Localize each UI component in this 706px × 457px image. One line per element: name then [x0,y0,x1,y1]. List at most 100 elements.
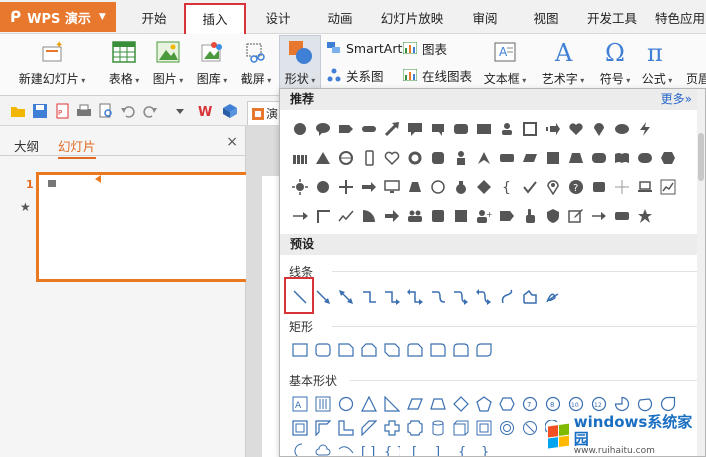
square-shape-icon[interactable] [541,146,564,169]
round-diagonal-rect-shape-icon[interactable] [472,338,495,361]
plaque-shape-icon[interactable] [403,416,426,439]
dodecagon-shape-icon[interactable]: 12 [587,392,610,415]
money-bag-shape-icon[interactable] [449,175,472,198]
curve-shape-icon[interactable] [495,285,518,308]
l-shape-icon[interactable] [334,416,357,439]
frame-shape-icon[interactable] [518,117,541,140]
star-shape-icon[interactable] [633,204,656,227]
sun-shape-icon[interactable] [288,175,311,198]
picture-button[interactable]: 图片 [148,36,188,92]
pie-shape-icon[interactable] [610,392,633,415]
no-symbol-shape-icon[interactable] [518,416,541,439]
tab-view[interactable]: 视图 [521,6,571,32]
tab-slides[interactable]: 幻灯片 [58,136,96,159]
cloud-rect-shape-icon[interactable] [633,146,656,169]
new-slide-button[interactable]: ✦ 新建幻灯片 [14,36,90,92]
pentagon-outline-shape-icon[interactable] [472,392,495,415]
rounded-tab-shape-icon[interactable] [587,146,610,169]
wps-app-menu-button[interactable]: ᑭ WPS 演示 ▼ [0,2,116,32]
oval-outline-shape-icon[interactable] [334,392,357,415]
parallelogram-shape-icon[interactable] [518,146,541,169]
tab-review[interactable]: 审阅 [460,6,510,32]
elbow-arrow-connector-shape-icon[interactable] [380,285,403,308]
symbol-button[interactable]: Ω 符号 [597,36,633,92]
smartart-button[interactable]: SmartArt [326,38,402,58]
striped-arrow-shape-icon[interactable] [541,117,564,140]
circle-outline-shape-icon[interactable] [426,175,449,198]
double-brace-shape-icon[interactable]: { } [380,439,403,457]
print-preview-icon[interactable] [98,103,114,119]
heart-outline-shape-icon[interactable] [380,146,403,169]
tab-home[interactable]: 开始 [130,6,178,32]
octagon-shape-icon[interactable]: 8 [541,392,564,415]
can-shape-icon[interactable] [426,416,449,439]
snip-same-side-rect-shape-icon[interactable] [357,338,380,361]
map-pin-shape-icon[interactable] [587,117,610,140]
freeform-shape-icon[interactable] [518,285,541,308]
donut-shape-icon[interactable] [495,416,518,439]
left-bracket-shape-icon[interactable]: [ [403,439,426,457]
pie-quarter-shape-icon[interactable] [357,204,380,227]
snip-round-rect-shape-icon[interactable] [403,338,426,361]
pentagon-arrow-shape-icon[interactable] [334,117,357,140]
hexagon-shape-icon[interactable] [656,146,679,169]
redo-icon[interactable] [142,103,158,119]
laptop-shape-icon[interactable] [633,175,656,198]
cross-outline-shape-icon[interactable] [380,416,403,439]
chart-button[interactable]: 图表 [402,38,447,58]
print-icon[interactable] [76,103,92,119]
right-triangle-shape-icon[interactable] [380,392,403,415]
shapes-button[interactable]: 形状 [279,35,321,93]
double-bracket-shape-icon[interactable]: [ ] [357,439,380,457]
monitor-shape-icon[interactable] [380,175,403,198]
screenshot-button[interactable]: 截屏 [236,36,276,92]
people-row-shape-icon[interactable] [288,146,311,169]
hexagon-outline-shape-icon[interactable] [495,392,518,415]
tab-features[interactable]: 特色应用 [652,6,706,32]
rounded-rect-outline-shape-icon[interactable] [311,338,334,361]
curved-double-arrow-shape-icon[interactable] [472,285,495,308]
relation-chart-button[interactable]: 关系图 [326,65,384,85]
bevel-shape-icon[interactable] [472,416,495,439]
text-box-shape-icon[interactable]: A [288,392,311,415]
rounded-square-shape-icon[interactable] [426,146,449,169]
rounded-square-2-shape-icon[interactable] [426,204,449,227]
right-bracket-shape-icon[interactable]: ] [426,439,449,457]
arrow-right-line-shape-icon[interactable] [587,204,610,227]
line-arrow-shape-icon[interactable] [288,204,311,227]
globe-shape-icon[interactable] [334,146,357,169]
rect-outline-shape-icon[interactable] [288,338,311,361]
double-arrow-line-shape-icon[interactable] [334,285,357,308]
rectangle-shape-icon[interactable] [472,117,495,140]
dropdown-scrollbar-thumb[interactable] [698,133,704,181]
vertical-text-box-shape-icon[interactable] [311,392,334,415]
tab-outline[interactable]: 大纲 [14,136,39,155]
cube-icon[interactable] [222,103,238,119]
heptagon-shape-icon[interactable]: 7 [518,392,541,415]
brace-shape-icon[interactable]: { [495,175,518,198]
wordart-button[interactable]: A 艺术字 [537,36,589,92]
more-shapes-link[interactable]: 更多» [661,89,692,110]
document-tab[interactable]: 演 [247,101,283,125]
left-brace-shape-icon[interactable]: { [449,439,472,457]
location-pin-shape-icon[interactable] [541,175,564,198]
cube-outline-shape-icon[interactable] [449,416,472,439]
slide-thumbnail[interactable] [36,172,257,282]
qat-dropdown-icon[interactable] [172,103,188,119]
export-pdf-icon[interactable]: P [54,103,70,119]
triangle-shape-icon[interactable] [311,146,334,169]
hand-pointer-shape-icon[interactable] [518,204,541,227]
lightning-shape-icon[interactable] [633,117,656,140]
tab-insert[interactable]: 插入 [184,3,246,34]
formula-button[interactable]: π 公式 [640,36,674,92]
diagonal-stripe-shape-icon[interactable] [357,416,380,439]
circle-shape-icon[interactable] [288,117,311,140]
trapezoid-outline-2-shape-icon[interactable] [426,392,449,415]
people-group-shape-icon[interactable] [495,117,518,140]
shield-shape-icon[interactable] [541,204,564,227]
person-shape-icon[interactable] [449,146,472,169]
curved-arrow-connector-shape-icon[interactable] [449,285,472,308]
arrow-right-bold-shape-icon[interactable] [380,204,403,227]
dropdown-scrollbar[interactable] [697,89,705,456]
cloud-shape-icon[interactable] [311,439,334,456]
